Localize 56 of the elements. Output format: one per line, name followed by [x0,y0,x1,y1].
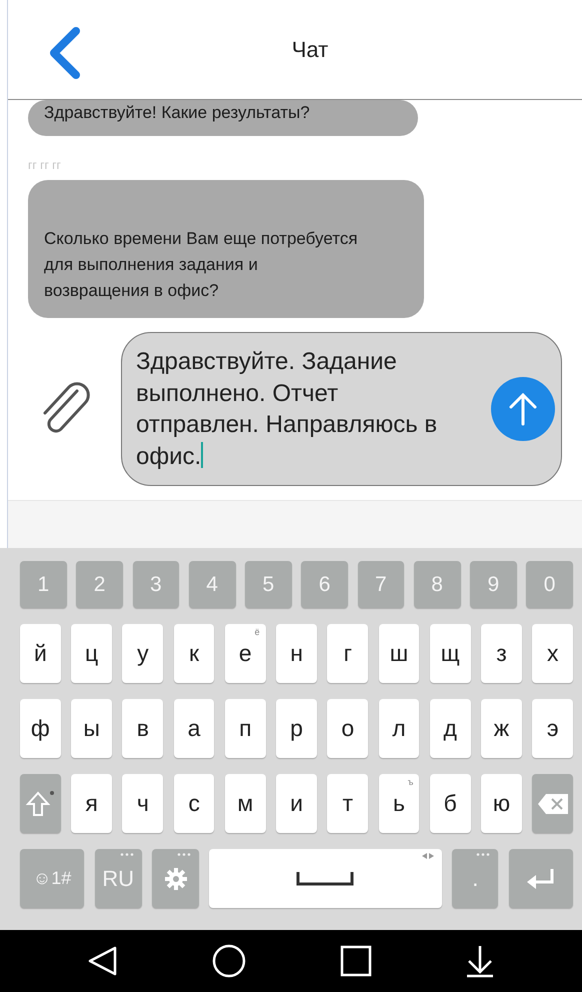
more-dots-icon [476,853,490,856]
letter-key[interactable]: ы [71,699,112,758]
letter-key[interactable]: м [224,774,266,833]
space-icon [296,872,354,886]
letter-key[interactable]: ж [481,699,522,758]
key-hint: ё [254,627,260,637]
enter-key[interactable] [508,849,574,908]
letter-key[interactable]: ш [378,624,420,683]
key-hint: ъ [408,777,414,787]
letter-key[interactable]: л [378,699,420,758]
message-time: гг гг гг [28,158,62,172]
home-nav-icon[interactable] [212,944,246,978]
backspace-icon [536,792,569,814]
letter-key[interactable]: к [174,624,214,683]
letter-key[interactable]: н [276,624,317,683]
letter-key[interactable]: ф [20,699,61,758]
letter-key[interactable]: д [430,699,471,758]
letter-key[interactable]: у [122,624,164,683]
letter-key[interactable]: щ [430,624,471,683]
up-arrow-icon [508,392,538,426]
letter-key[interactable]: ц [71,624,112,683]
recents-nav-icon[interactable] [340,945,372,977]
message-bubble: Сколько времени Вам еще потребуется для выполнения задания и возвращения в офис? [28,180,424,318]
more-dots-icon [176,853,191,856]
backspace-key[interactable] [532,774,574,833]
more-dots-icon [120,853,134,856]
message-input[interactable]: Здравствуйте. Задание выполнено. Отчет отправлен. Направляюсь в офис. [121,332,562,486]
letter-key[interactable]: и [276,774,317,833]
message-bubble: Здравствуйте! Какие результаты? [28,100,418,136]
letter-key[interactable]: й [20,624,61,683]
letter-key[interactable]: я [71,774,112,833]
letter-key[interactable]: а [174,699,214,758]
hide-keyboard-icon[interactable] [465,944,496,978]
letter-key[interactable]: о [327,699,368,758]
shift-icon [25,790,56,818]
letter-key[interactable]: п [224,699,266,758]
letter-key[interactable]: р [276,699,317,758]
letter-key[interactable]: е ё [224,624,266,683]
settings-key[interactable] [152,849,199,908]
letter-key[interactable]: з [481,624,522,683]
settings-icon [164,868,186,890]
letter-key[interactable]: ч [122,774,164,833]
shift-key[interactable] [20,774,61,833]
letter-key[interactable]: ь ъ [378,774,420,833]
letter-key[interactable]: г [327,624,368,683]
back-nav-icon[interactable] [86,945,119,977]
letter-key[interactable]: ю [481,774,522,833]
letter-key[interactable]: с [174,774,214,833]
enter-icon [526,868,556,890]
letter-key[interactable]: э [532,699,574,758]
chat-title: Чат [290,36,328,62]
letter-key[interactable]: т [327,774,368,833]
letter-key[interactable]: б [430,774,471,833]
letter-key[interactable]: в [122,699,164,758]
letter-key[interactable]: х [532,624,574,683]
cursor-arrows-icon [422,853,434,859]
